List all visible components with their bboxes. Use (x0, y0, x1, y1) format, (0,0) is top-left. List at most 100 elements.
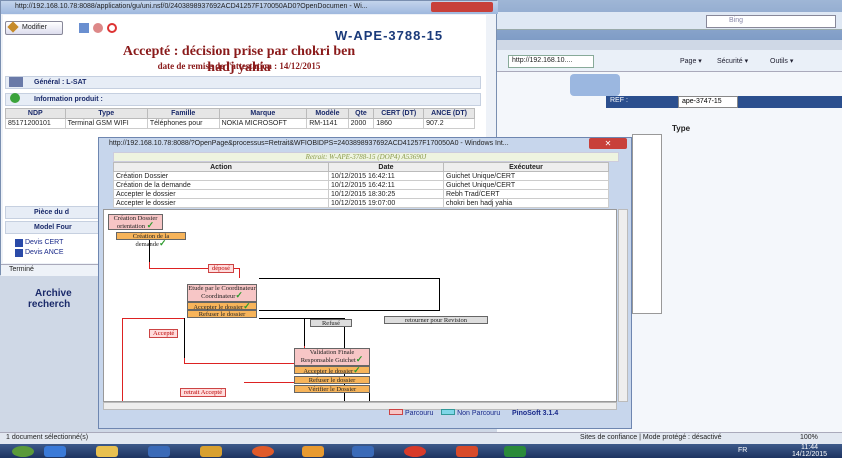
cell: Accepter le dossier (113, 189, 329, 199)
address-bar[interactable]: http://192.168.10.... (508, 55, 594, 68)
language-indicator[interactable]: FR (738, 447, 747, 454)
connector (184, 318, 185, 358)
ie-taskbar-icon[interactable] (44, 446, 66, 457)
app-taskbar-icon[interactable] (352, 446, 374, 457)
action-accepter-1[interactable]: Accepter le dossier✓ (187, 302, 257, 311)
label-depose: déposé (208, 264, 235, 273)
start-button[interactable] (12, 446, 34, 457)
link-devis-cert[interactable]: Devis CERT (25, 239, 63, 246)
cell: Terminal GSM WIFI (64, 118, 148, 129)
section-general[interactable]: Général : L-SAT (5, 76, 481, 89)
check-icon: ✓ (146, 220, 155, 230)
node-validation[interactable]: Validation Finale Responsable Guichet✓ (294, 348, 370, 366)
col-qte: Qte (347, 108, 375, 119)
powerpoint-taskbar-icon[interactable] (456, 446, 478, 457)
close-icon[interactable]: ✕ (589, 138, 627, 149)
table-row: Création de la demande 10/12/2015 16:42:1… (113, 180, 609, 190)
zoom-level[interactable]: 100% (800, 434, 818, 441)
table-row: Création Dossier 10/12/2015 16:42:11 Guich… (113, 171, 609, 181)
node-creation-dossier[interactable]: Création Dossier orientation ✓ (108, 214, 163, 230)
node-creation-demande[interactable]: Création de la demande✓ (116, 232, 186, 248)
connector (439, 278, 440, 311)
action-refuser-1[interactable]: Refuser le dossier (187, 310, 257, 318)
cell: NOKIA MICROSOFT (218, 118, 308, 129)
clock-time: 11:44 (801, 444, 819, 451)
logo-icon (570, 74, 620, 96)
menu-securite[interactable]: Sécurité ▾ (717, 57, 748, 65)
action-accepter-2[interactable]: Accepter le dossier✓ (294, 366, 370, 375)
app-taskbar-icon[interactable] (148, 446, 170, 457)
info-icon (10, 93, 20, 103)
menu-page[interactable]: Page ▾ (680, 57, 702, 65)
opera-taskbar-icon[interactable] (404, 446, 426, 457)
section-piece[interactable]: Pièce du d (5, 206, 100, 219)
window-controls[interactable] (431, 2, 493, 12)
cell: 1860 (373, 118, 425, 129)
clock[interactable]: 11:44 14/12/2015 (792, 444, 827, 458)
label-retourner: retourner pour Revision (384, 316, 488, 324)
section-info-produit[interactable]: Information produit : (5, 93, 481, 106)
search-input[interactable]: Bing (706, 15, 836, 28)
legend: Parcouru Non Parcouru PinoSoft 3.1.4 (389, 409, 558, 417)
firefox-taskbar-icon[interactable] (252, 446, 274, 457)
type-header: Type (672, 124, 691, 133)
workflow-window: http://192.168.10.78:8088/?OpenPage&proc… (98, 137, 632, 429)
main-window-title: http://192.168.10.78:8088/application/gu… (1, 1, 498, 14)
app-taskbar-icon[interactable] (302, 446, 324, 457)
col-date: Date (328, 162, 444, 172)
app-taskbar-icon[interactable] (200, 446, 222, 457)
menu-outils[interactable]: Outils ▾ (770, 57, 793, 65)
recherche-link[interactable]: recherch (28, 299, 70, 310)
product-table: NDP Type Famille Marque Modèle Qte CERT … (5, 108, 475, 129)
connector (239, 268, 240, 278)
action-label: Accepter le dossier (303, 368, 354, 375)
cell: Téléphones pour (146, 118, 220, 129)
legend-brand: PinoSoft 3.1.4 (511, 410, 559, 417)
check-icon: ✓ (158, 238, 167, 248)
cell: Accepter le dossier (113, 198, 329, 208)
retrait-header: Retrait: W-APE-3788-15 (DOP4) A53690J (113, 152, 619, 162)
cell: RM-1141 (306, 118, 349, 129)
connector (304, 318, 305, 346)
cell: Création Dossier (113, 171, 329, 181)
check-icon: ✓ (355, 354, 364, 364)
clock-date: 14/12/2015 (792, 451, 828, 458)
cell: 10/12/2015 19:07:00 (328, 198, 444, 208)
status-left: 1 document sélectionné(s) (6, 434, 89, 441)
explorer-taskbar-icon[interactable] (96, 446, 118, 457)
legend-swatch-non-parcouru (441, 409, 456, 415)
cell: Guichet Unique/CERT (443, 180, 609, 190)
table-row: Accepter le dossier 10/12/2015 19:07:00 ch… (113, 198, 609, 208)
col-ance: ANCE (DT) (423, 108, 475, 119)
connector (184, 363, 304, 364)
action-verifier[interactable]: Vérifier le Dossier (294, 385, 370, 393)
type-panel (632, 134, 662, 314)
ie-status-bar: 1 document sélectionné(s) Sites de confi… (0, 432, 842, 444)
vertical-scrollbar[interactable] (618, 209, 628, 402)
gear-icon[interactable] (93, 23, 103, 33)
archive-label[interactable]: Archive (35, 288, 72, 299)
ref-input[interactable]: ape-3747-15 (678, 96, 738, 108)
label-accepte: Accepté (149, 329, 179, 338)
node-etude[interactable]: Etude par le Coordinateur Coordinateur✓ (187, 284, 257, 302)
action-refuser-2[interactable]: Refuser le dossier (294, 376, 370, 384)
cell: 85171200101 (5, 118, 66, 129)
section-model[interactable]: Model Four (5, 221, 100, 234)
cell: 907.2 (423, 118, 475, 129)
truck-icon (9, 77, 23, 87)
page-title: Accepté : décision prise par chokri ben … (122, 44, 356, 75)
legend-swatch-parcouru (389, 409, 403, 415)
excel-taskbar-icon[interactable] (504, 446, 526, 457)
legend-non-parcouru: Non Parcouru (457, 410, 501, 417)
col-type: Type (64, 108, 148, 119)
history-table: Action Date Exécuteur Création Dossier 10… (113, 162, 609, 208)
status-zone: Sites de confiance | Mode protégé : désa… (580, 434, 722, 441)
cell: 10/12/2015 16:42:11 (328, 171, 444, 181)
cell: Guichet Unique/CERT (443, 171, 609, 181)
legend-parcouru: Parcouru (404, 410, 434, 417)
connector (259, 310, 439, 311)
workflow-window-title: http://192.168.10.78:8088/?OpenPage&proc… (109, 140, 509, 147)
grid-icon[interactable] (79, 23, 89, 33)
link-devis-ance[interactable]: Devis ANCE (25, 249, 64, 256)
close-icon[interactable] (107, 23, 117, 33)
